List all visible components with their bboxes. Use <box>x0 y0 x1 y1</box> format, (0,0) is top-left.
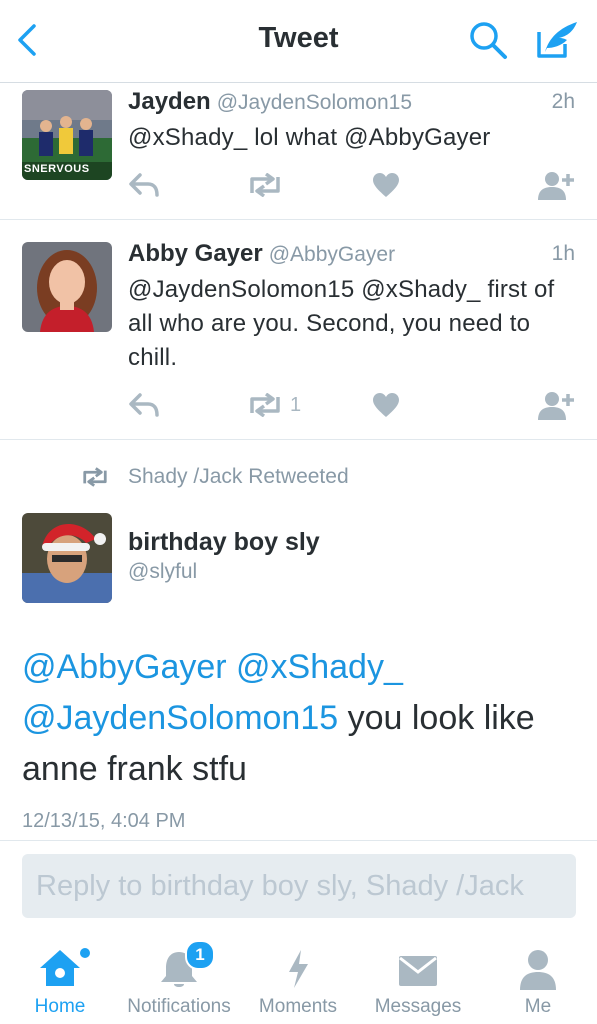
user-name[interactable]: birthday boy sly <box>128 528 320 557</box>
avatar[interactable] <box>22 242 112 332</box>
user-handle[interactable]: @slyful <box>128 560 197 584</box>
tweet-text: @xShady_ lol what @AbbyGayer <box>128 124 491 151</box>
notification-badge: 1 <box>185 940 215 970</box>
retweet-icon[interactable] <box>246 168 290 202</box>
user-name[interactable]: Jayden <box>128 88 211 115</box>
tweet-time: 1h <box>551 242 575 265</box>
follow-user-icon[interactable] <box>538 168 576 202</box>
divider <box>0 840 597 841</box>
navigation-bar: Tweet <box>0 0 597 83</box>
search-icon[interactable] <box>468 20 508 60</box>
tweet-text: @AbbyGayer @xShady_ @JaydenSolomon15 you… <box>22 642 582 795</box>
tab-label: Notifications <box>127 996 231 1017</box>
follow-user-icon[interactable] <box>538 388 576 422</box>
tweet-actions <box>128 168 578 202</box>
tab-label: Home <box>34 996 86 1017</box>
like-icon[interactable] <box>372 168 400 202</box>
tweet-actions: 1 <box>128 388 578 422</box>
tweet-abby[interactable]: Abby Gayer @AbbyGayer 1h @JaydenSolomon15… <box>0 220 597 440</box>
reply-icon[interactable] <box>128 168 160 202</box>
reply-icon[interactable] <box>128 388 160 422</box>
tweet-header: Abby Gayer @AbbyGayer <box>128 240 395 268</box>
avatar[interactable]: SNERVOUS <box>22 90 112 180</box>
tweet-timestamp: 12/13/15, 4:04 PM <box>22 810 186 832</box>
retweet-context[interactable]: Shady /Jack Retweeted <box>80 462 349 492</box>
avatar[interactable] <box>22 513 112 603</box>
tab-notifications[interactable]: 1 Notifications <box>119 936 239 1024</box>
tab-me[interactable]: Me <box>478 936 597 1024</box>
tweet-jayden[interactable]: SNERVOUS Jayden @JaydenSolomon15 2h @xSha… <box>0 82 597 220</box>
tab-moments[interactable]: Moments <box>238 936 358 1024</box>
tab-label: Messages <box>374 996 462 1017</box>
tab-home[interactable]: Home <box>0 936 120 1024</box>
tab-messages[interactable]: Messages <box>358 936 478 1024</box>
tab-label: Moments <box>258 996 338 1017</box>
lightning-icon <box>289 950 308 988</box>
reply-box[interactable] <box>22 854 576 918</box>
reply-input[interactable] <box>22 854 576 918</box>
retweet-context-label: Shady /Jack Retweeted <box>128 465 349 488</box>
tweet-header: Jayden @JaydenSolomon15 <box>128 88 412 116</box>
compose-tweet-icon[interactable] <box>535 18 581 60</box>
home-icon <box>40 950 80 986</box>
tab-label: Me <box>524 996 552 1017</box>
like-icon[interactable] <box>372 388 400 422</box>
retweet-small-icon <box>83 467 107 487</box>
new-content-dot <box>80 948 90 958</box>
user-handle[interactable]: @AbbyGayer <box>269 243 395 266</box>
envelope-icon <box>399 956 437 986</box>
retweet-count: 1 <box>290 393 302 416</box>
retweet-icon[interactable]: 1 <box>246 388 301 422</box>
user-handle[interactable]: @JaydenSolomon15 <box>217 91 412 114</box>
user-name[interactable]: Abby Gayer <box>128 240 263 267</box>
tweet-text: @JaydenSolomon15 @xShady_ first of all w… <box>128 276 555 371</box>
person-icon <box>520 950 556 990</box>
tab-bar: Home 1 Notifications Moments Messages Me <box>0 936 597 1024</box>
tweet-time: 2h <box>551 90 575 113</box>
avatar-caption: SNERVOUS <box>24 163 90 175</box>
